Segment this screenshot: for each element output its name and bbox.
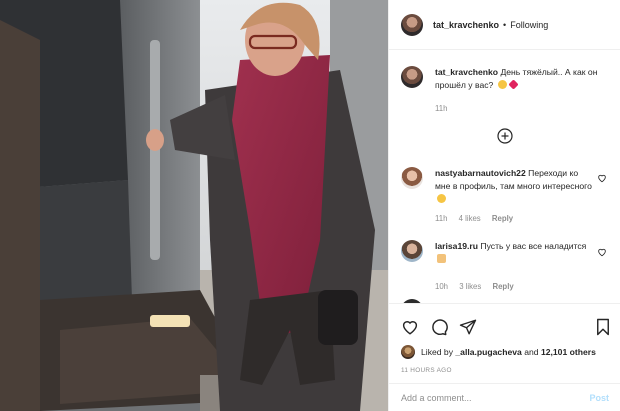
comment-time: 11h [435, 214, 448, 223]
reply-button[interactable]: Reply [492, 214, 513, 223]
likes-prefix: Liked by [421, 347, 454, 357]
add-comment-input[interactable] [401, 393, 590, 403]
comment-like-heart-icon[interactable] [597, 173, 607, 183]
comment-composer: Post [389, 383, 620, 411]
caption-avatar[interactable] [401, 66, 423, 88]
others-likes-link[interactable]: 12,101 others [541, 347, 596, 357]
heart-icon[interactable] [401, 318, 419, 336]
header-separator: • [503, 19, 507, 30]
red-heart-emoji-icon [508, 79, 519, 90]
comment-text: Пусть у вас все наладится [480, 241, 587, 251]
comments-list[interactable]: tat_kravchenko День тяжёлый.. А как он п… [389, 51, 620, 303]
comment-likes[interactable]: 3 likes [459, 282, 481, 291]
caption-username[interactable]: tat_kravchenko [435, 67, 498, 77]
comment-likes[interactable]: 4 likes [459, 214, 481, 223]
comment-icon[interactable] [430, 318, 448, 336]
comment-like-heart-icon[interactable] [597, 247, 607, 257]
post-image [0, 0, 388, 411]
heart-eyes-emoji-icon [497, 80, 507, 89]
post-comment-button[interactable]: Post [589, 393, 609, 403]
post-side-panel: tat_kravchenko • Following tat_kravchenk… [388, 0, 620, 411]
reply-button[interactable]: Reply [492, 282, 513, 291]
comment-item: nastyabarnautovich22 Переходи ко мне в п… [401, 167, 611, 225]
comment-item: larisa19.ru Пусть у вас все наладится 10… [401, 240, 611, 293]
liker-avatar[interactable] [401, 345, 415, 359]
caption-time: 11h [435, 104, 448, 113]
author-username[interactable]: tat_kravchenko [433, 20, 499, 30]
following-button[interactable]: Following [510, 20, 548, 30]
comment-username[interactable]: nastyabarnautovich22 [435, 168, 526, 178]
post-timestamp[interactable]: 11 HOURS AGO [401, 367, 452, 374]
bookmark-icon[interactable] [594, 318, 612, 336]
first-liker-link[interactable]: _alla.pugacheva [455, 347, 521, 357]
likes-summary: Liked by _alla.pugacheva and 12,101 othe… [401, 345, 596, 359]
smile-emoji-icon [437, 194, 446, 203]
author-avatar[interactable] [401, 13, 423, 36]
post-actions: Liked by _alla.pugacheva and 12,101 othe… [389, 303, 620, 411]
commenter-avatar[interactable] [401, 240, 423, 262]
comment-time: 10h [435, 282, 449, 291]
praying-hands-emoji-icon [437, 254, 446, 263]
share-icon[interactable] [459, 318, 477, 336]
post-header: tat_kravchenko • Following [389, 0, 620, 50]
likes-middle: and [524, 347, 539, 357]
comment-username[interactable]: larisa19.ru [435, 241, 478, 251]
commenter-avatar[interactable] [401, 167, 423, 189]
plus-circle-icon[interactable] [497, 128, 513, 144]
caption: tat_kravchenko День тяжёлый.. А как он п… [401, 66, 611, 115]
post-photo[interactable] [0, 0, 388, 411]
